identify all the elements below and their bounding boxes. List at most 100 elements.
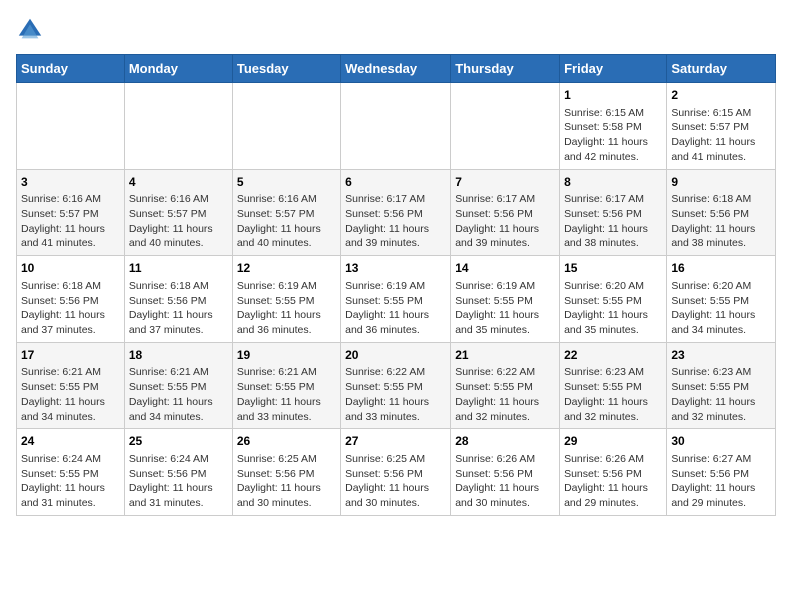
day-info: Sunrise: 6:25 AM Sunset: 5:56 PM Dayligh…	[345, 452, 446, 511]
calendar-cell: 12 Sunrise: 6:19 AM Sunset: 5:55 PM Dayli…	[232, 256, 340, 343]
calendar-day-header: Monday	[124, 55, 232, 83]
day-info: Sunrise: 6:20 AM Sunset: 5:55 PM Dayligh…	[564, 279, 662, 338]
day-info: Sunrise: 6:21 AM Sunset: 5:55 PM Dayligh…	[129, 365, 228, 424]
calendar-cell: 4Sunrise: 6:16 AM Sunset: 5:57 PM Daylig…	[124, 169, 232, 256]
day-info: Sunrise: 6:25 AM Sunset: 5:56 PM Dayligh…	[237, 452, 336, 511]
day-number: 23	[671, 347, 771, 364]
day-number: 15	[564, 260, 662, 277]
calendar-week-row: 1 Sunrise: 6:15 AM Sunset: 5:58 PM Daylig…	[17, 83, 776, 170]
calendar-cell: 26 Sunrise: 6:25 AM Sunset: 5:56 PM Dayli…	[232, 429, 340, 516]
day-number: 12	[237, 260, 336, 277]
day-info: Sunrise: 6:18 AM Sunset: 5:56 PM Dayligh…	[671, 192, 771, 251]
calendar-cell: 30Sunrise: 6:27 AM Sunset: 5:56 PM Dayli…	[667, 429, 776, 516]
day-info: Sunrise: 6:22 AM Sunset: 5:55 PM Dayligh…	[455, 365, 555, 424]
day-number: 9	[671, 174, 771, 191]
calendar-day-header: Wednesday	[341, 55, 451, 83]
calendar-week-row: 10 Sunrise: 6:18 AM Sunset: 5:56 PM Dayli…	[17, 256, 776, 343]
day-info: Sunrise: 6:19 AM Sunset: 5:55 PM Dayligh…	[345, 279, 446, 338]
day-info: Sunrise: 6:16 AM Sunset: 5:57 PM Dayligh…	[129, 192, 228, 251]
day-info: Sunrise: 6:24 AM Sunset: 5:56 PM Dayligh…	[129, 452, 228, 511]
calendar-cell: 18Sunrise: 6:21 AM Sunset: 5:55 PM Dayli…	[124, 342, 232, 429]
day-info: Sunrise: 6:20 AM Sunset: 5:55 PM Dayligh…	[671, 279, 771, 338]
day-number: 6	[345, 174, 446, 191]
day-info: Sunrise: 6:21 AM Sunset: 5:55 PM Dayligh…	[237, 365, 336, 424]
day-info: Sunrise: 6:18 AM Sunset: 5:56 PM Dayligh…	[21, 279, 120, 338]
day-info: Sunrise: 6:15 AM Sunset: 5:58 PM Dayligh…	[564, 106, 662, 165]
day-number: 25	[129, 433, 228, 450]
calendar-day-header: Friday	[560, 55, 667, 83]
calendar-cell: 27 Sunrise: 6:25 AM Sunset: 5:56 PM Dayli…	[341, 429, 451, 516]
day-info: Sunrise: 6:22 AM Sunset: 5:55 PM Dayligh…	[345, 365, 446, 424]
calendar-cell	[341, 83, 451, 170]
day-info: Sunrise: 6:16 AM Sunset: 5:57 PM Dayligh…	[21, 192, 120, 251]
day-number: 16	[671, 260, 771, 277]
calendar-cell: 2 Sunrise: 6:15 AM Sunset: 5:57 PM Daylig…	[667, 83, 776, 170]
calendar-week-row: 17Sunrise: 6:21 AM Sunset: 5:55 PM Dayli…	[17, 342, 776, 429]
calendar-cell: 16 Sunrise: 6:20 AM Sunset: 5:55 PM Dayli…	[667, 256, 776, 343]
day-number: 17	[21, 347, 120, 364]
calendar-cell: 20Sunrise: 6:22 AM Sunset: 5:55 PM Dayli…	[341, 342, 451, 429]
day-number: 14	[455, 260, 555, 277]
day-info: Sunrise: 6:27 AM Sunset: 5:56 PM Dayligh…	[671, 452, 771, 511]
calendar-week-row: 3Sunrise: 6:16 AM Sunset: 5:57 PM Daylig…	[17, 169, 776, 256]
calendar-day-header: Thursday	[451, 55, 560, 83]
day-number: 8	[564, 174, 662, 191]
logo	[16, 16, 48, 44]
day-info: Sunrise: 6:21 AM Sunset: 5:55 PM Dayligh…	[21, 365, 120, 424]
calendar-cell: 13 Sunrise: 6:19 AM Sunset: 5:55 PM Dayli…	[341, 256, 451, 343]
calendar-cell	[451, 83, 560, 170]
day-number: 26	[237, 433, 336, 450]
day-number: 19	[237, 347, 336, 364]
calendar-cell: 29Sunrise: 6:26 AM Sunset: 5:56 PM Dayli…	[560, 429, 667, 516]
day-info: Sunrise: 6:18 AM Sunset: 5:56 PM Dayligh…	[129, 279, 228, 338]
calendar-cell: 19Sunrise: 6:21 AM Sunset: 5:55 PM Dayli…	[232, 342, 340, 429]
day-number: 10	[21, 260, 120, 277]
calendar-cell: 24 Sunrise: 6:24 AM Sunset: 5:55 PM Dayli…	[17, 429, 125, 516]
day-number: 28	[455, 433, 555, 450]
calendar-day-header: Saturday	[667, 55, 776, 83]
page-header	[16, 16, 776, 44]
day-number: 4	[129, 174, 228, 191]
day-info: Sunrise: 6:19 AM Sunset: 5:55 PM Dayligh…	[237, 279, 336, 338]
day-number: 27	[345, 433, 446, 450]
day-number: 7	[455, 174, 555, 191]
day-number: 22	[564, 347, 662, 364]
calendar-week-row: 24 Sunrise: 6:24 AM Sunset: 5:55 PM Dayli…	[17, 429, 776, 516]
day-number: 5	[237, 174, 336, 191]
calendar-cell: 28Sunrise: 6:26 AM Sunset: 5:56 PM Dayli…	[451, 429, 560, 516]
day-number: 21	[455, 347, 555, 364]
day-number: 20	[345, 347, 446, 364]
calendar-cell: 22Sunrise: 6:23 AM Sunset: 5:55 PM Dayli…	[560, 342, 667, 429]
day-info: Sunrise: 6:17 AM Sunset: 5:56 PM Dayligh…	[345, 192, 446, 251]
calendar-cell: 21Sunrise: 6:22 AM Sunset: 5:55 PM Dayli…	[451, 342, 560, 429]
day-info: Sunrise: 6:17 AM Sunset: 5:56 PM Dayligh…	[455, 192, 555, 251]
day-number: 3	[21, 174, 120, 191]
calendar-cell: 8Sunrise: 6:17 AM Sunset: 5:56 PM Daylig…	[560, 169, 667, 256]
day-number: 24	[21, 433, 120, 450]
day-info: Sunrise: 6:23 AM Sunset: 5:55 PM Dayligh…	[564, 365, 662, 424]
calendar-cell: 11Sunrise: 6:18 AM Sunset: 5:56 PM Dayli…	[124, 256, 232, 343]
calendar-cell: 23Sunrise: 6:23 AM Sunset: 5:55 PM Dayli…	[667, 342, 776, 429]
logo-icon	[16, 16, 44, 44]
calendar-cell: 15 Sunrise: 6:20 AM Sunset: 5:55 PM Dayli…	[560, 256, 667, 343]
calendar-cell: 14 Sunrise: 6:19 AM Sunset: 5:55 PM Dayli…	[451, 256, 560, 343]
day-info: Sunrise: 6:19 AM Sunset: 5:55 PM Dayligh…	[455, 279, 555, 338]
calendar-table: SundayMondayTuesdayWednesdayThursdayFrid…	[16, 54, 776, 516]
day-info: Sunrise: 6:24 AM Sunset: 5:55 PM Dayligh…	[21, 452, 120, 511]
day-number: 13	[345, 260, 446, 277]
calendar-cell: 3Sunrise: 6:16 AM Sunset: 5:57 PM Daylig…	[17, 169, 125, 256]
calendar-cell: 25 Sunrise: 6:24 AM Sunset: 5:56 PM Dayli…	[124, 429, 232, 516]
calendar-cell: 17Sunrise: 6:21 AM Sunset: 5:55 PM Dayli…	[17, 342, 125, 429]
day-info: Sunrise: 6:17 AM Sunset: 5:56 PM Dayligh…	[564, 192, 662, 251]
day-number: 29	[564, 433, 662, 450]
day-number: 2	[671, 87, 771, 104]
day-number: 1	[564, 87, 662, 104]
day-info: Sunrise: 6:23 AM Sunset: 5:55 PM Dayligh…	[671, 365, 771, 424]
day-info: Sunrise: 6:15 AM Sunset: 5:57 PM Dayligh…	[671, 106, 771, 165]
calendar-cell: 6Sunrise: 6:17 AM Sunset: 5:56 PM Daylig…	[341, 169, 451, 256]
calendar-header-row: SundayMondayTuesdayWednesdayThursdayFrid…	[17, 55, 776, 83]
calendar-day-header: Tuesday	[232, 55, 340, 83]
calendar-cell: 9Sunrise: 6:18 AM Sunset: 5:56 PM Daylig…	[667, 169, 776, 256]
calendar-cell: 7Sunrise: 6:17 AM Sunset: 5:56 PM Daylig…	[451, 169, 560, 256]
calendar-day-header: Sunday	[17, 55, 125, 83]
